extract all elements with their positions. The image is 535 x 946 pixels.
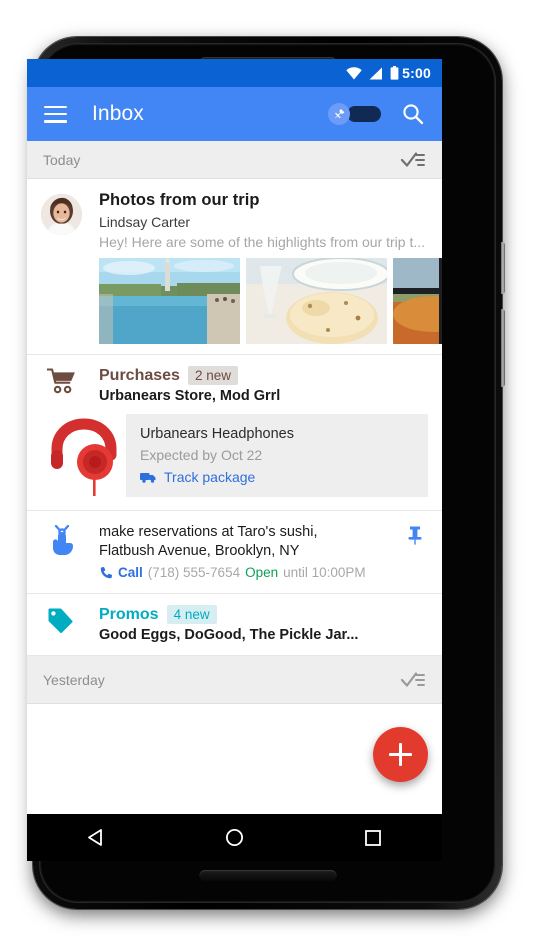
bundle-category-name: Promos [99,605,159,623]
section-label-yesterday: Yesterday [43,671,105,688]
bundle-senders: Good Eggs, DoGood, The Pickle Jar... [99,627,359,643]
track-package-label: Track package [164,469,256,485]
phone-screen: 5:00 Inbox Today Photos from our trip Li… [27,59,442,814]
photo-bread-on-plate[interactable] [246,258,387,344]
product-eta: Expected by Oct 22 [140,447,263,463]
reminder-line-2: Flatbush Avenue, Brooklyn, NY [99,543,300,559]
photo-washington-monument-reflecting-pool[interactable] [99,258,240,344]
product-preview[interactable]: Urbanears Headphones Expected by Oct 22 … [41,414,428,497]
reminder-line-1: make reservations at Taro's sushi, [99,524,318,540]
pin-icon [334,108,345,119]
pin-toggle[interactable] [328,103,381,125]
call-label[interactable]: Call [118,565,143,580]
battery-icon [390,66,399,80]
list-item-reminder[interactable]: make reservations at Taro's sushi, Flatb… [27,511,442,594]
compose-fab[interactable] [373,727,428,782]
reminder-finger-string-icon [41,523,82,580]
purchases-body: Purchases 2 new Urbanears Store, Mod Grr… [99,366,428,404]
truck-icon [140,473,156,483]
message-sender: Lindsay Carter [99,214,191,230]
promos-body: Promos 4 new Good Eggs, DoGood, The Pick… [99,605,428,643]
new-count-badge: 2 new [187,366,238,385]
promos-title-row: Promos 4 new [99,605,428,624]
message-list: Photos from our trip Lindsay Carter Hey!… [27,179,442,656]
open-status: Open [245,565,279,580]
business-hours: until 10:00PM [283,565,366,580]
list-item-purchases[interactable]: Purchases 2 new Urbanears Store, Mod Grr… [27,355,442,511]
hamburger-menu-icon[interactable] [44,105,67,123]
product-card: Urbanears Headphones Expected by Oct 22 … [126,414,428,497]
section-label-today: Today [43,151,81,168]
track-package-link[interactable]: Track package [140,469,414,485]
volume-button[interactable] [501,309,505,387]
sender-avatar [41,194,82,235]
pushpin-icon[interactable] [402,523,428,580]
recents-square-icon[interactable] [350,821,396,855]
product-title: Urbanears Headphones [140,426,294,442]
phone-icon [100,566,112,578]
status-bar: 5:00 [27,59,442,87]
list-item-photos[interactable]: Photos from our trip Lindsay Carter Hey!… [27,179,442,355]
photo-thumbnail-strip [99,258,442,344]
purchases-title-row: Purchases 2 new [99,366,428,385]
screenshot-root: 5:00 Inbox Today Photos from our trip Li… [0,0,535,946]
new-count-badge: 4 new [166,605,217,624]
section-header-today: Today [27,141,442,179]
home-circle-icon[interactable] [211,821,257,855]
status-bar-icons [346,66,399,80]
sweep-select-icon[interactable] [400,151,426,169]
pin-toggle-knob [328,103,350,125]
message-snippet: Hey! Here are some of the highlights fro… [99,234,426,250]
bundle-category-name: Purchases [99,366,180,384]
bundle-senders: Urbanears Store, Mod Grrl [99,388,281,404]
phone-number: (718) 555-7654 [147,565,241,580]
section-header-yesterday: Yesterday [27,656,442,704]
shopping-cart-icon [41,366,82,394]
cell-signal-icon [369,67,383,79]
page-title: Inbox [92,102,144,125]
android-navigation-bar [27,814,442,861]
price-tag-icon [41,605,82,643]
photo-autumn-window-view[interactable] [393,258,442,344]
app-bar: Inbox [27,87,442,141]
photos-message-body: Photos from our trip Lindsay Carter Hey!… [99,191,442,354]
status-bar-time: 5:00 [402,65,431,81]
sweep-select-icon[interactable] [400,671,426,689]
red-headphones-image [41,414,126,497]
reminder-details: Call (718) 555-7654 Open until 10:00PM [99,565,402,580]
back-triangle-icon[interactable] [73,821,119,855]
message-subject: Photos from our trip [99,191,260,209]
power-button[interactable] [501,242,505,294]
bottom-speaker [199,870,336,881]
purchases-header: Purchases 2 new Urbanears Store, Mod Grr… [41,366,428,404]
wifi-icon [346,66,362,79]
pin-toggle-track [347,106,381,122]
search-icon[interactable] [401,102,425,126]
list-item-promos[interactable]: Promos 4 new Good Eggs, DoGood, The Pick… [27,594,442,656]
reminder-body: make reservations at Taro's sushi, Flatb… [99,523,402,580]
